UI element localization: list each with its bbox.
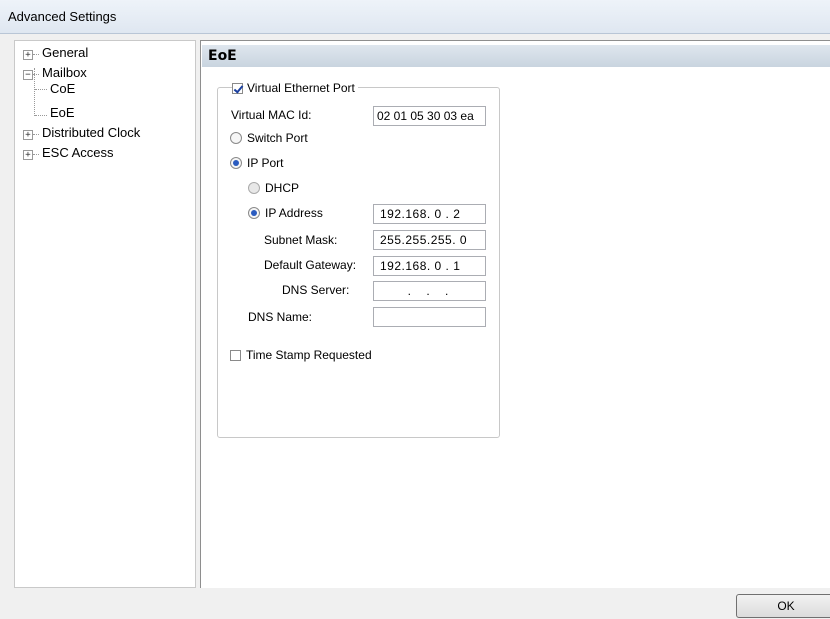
mac-id-field[interactable]: 02 01 05 30 03 ea [373, 106, 486, 126]
tree-connector [35, 115, 47, 116]
dhcp-label: DHCP [265, 181, 300, 195]
checkbox-unchecked-icon[interactable] [230, 349, 241, 361]
tree-connector [33, 74, 39, 75]
dns-name-label: DNS Name: [248, 310, 313, 324]
tree-item-label: CoE [50, 81, 76, 96]
default-gateway-field[interactable]: 192.168. 0 . 1 [373, 256, 486, 276]
dhcp-radio[interactable]: DHCP [248, 181, 299, 195]
settings-tree: + General − Mailbox CoE EoE + Distribute… [14, 40, 196, 588]
tree-connector [34, 68, 35, 116]
mac-id-label: Virtual MAC Id: [231, 108, 312, 122]
tree-connector [33, 134, 39, 135]
ip-address-label: IP Address [265, 206, 323, 220]
virtual-ethernet-port-label: Virtual Ethernet Port [247, 81, 355, 95]
tree-item-label: EoE [50, 105, 75, 120]
panel-title: EoE [208, 48, 237, 64]
tree-item-label: ESC Access [42, 145, 114, 160]
switch-port-label: Switch Port [247, 131, 308, 145]
title-bar: Advanced Settings [0, 0, 830, 34]
ok-button[interactable]: OK [736, 594, 830, 618]
subnet-mask-label: Subnet Mask: [264, 233, 338, 247]
expand-icon[interactable]: + [23, 150, 33, 160]
subnet-mask-field[interactable]: 255.255.255. 0 [373, 230, 486, 250]
expand-icon[interactable]: + [23, 130, 33, 140]
checkbox-checked-icon[interactable] [232, 82, 243, 94]
time-stamp-label: Time Stamp Requested [246, 348, 372, 362]
dns-name-field[interactable] [373, 307, 486, 327]
tree-connector [33, 154, 39, 155]
ip-address-field[interactable]: 192.168. 0 . 2 [373, 204, 486, 224]
radio-unselected-icon[interactable] [230, 132, 242, 144]
dns-server-label: DNS Server: [282, 283, 350, 297]
time-stamp-checkbox[interactable]: Time Stamp Requested [230, 348, 372, 362]
panel-header: EoE [202, 45, 830, 67]
default-gateway-label: Default Gateway: [264, 258, 357, 272]
dns-server-field[interactable]: . . . [373, 281, 486, 301]
ip-port-label: IP Port [247, 156, 284, 170]
tree-connector [33, 54, 39, 55]
settings-panel: EoE Virtual Ethernet Port Virtual MAC Id… [200, 40, 830, 588]
ip-address-radio[interactable]: IP Address [248, 206, 323, 220]
radio-selected-icon[interactable] [248, 207, 260, 219]
ip-port-radio[interactable]: IP Port [230, 156, 283, 170]
radio-unselected-icon[interactable] [248, 182, 260, 194]
collapse-icon[interactable]: − [23, 70, 33, 80]
tree-item-label: Mailbox [42, 65, 87, 80]
window-title: Advanced Settings [8, 9, 117, 24]
virtual-ethernet-group: Virtual Ethernet Port Virtual MAC Id: 02… [217, 80, 500, 438]
expand-icon[interactable]: + [23, 50, 33, 60]
switch-port-radio[interactable]: Switch Port [230, 131, 308, 145]
tree-connector [35, 89, 47, 90]
tree-item-label: Distributed Clock [42, 125, 141, 140]
tree-item-label: General [42, 45, 89, 60]
radio-selected-icon[interactable] [230, 157, 242, 169]
virtual-ethernet-port-checkbox[interactable]: Virtual Ethernet Port [232, 80, 358, 96]
